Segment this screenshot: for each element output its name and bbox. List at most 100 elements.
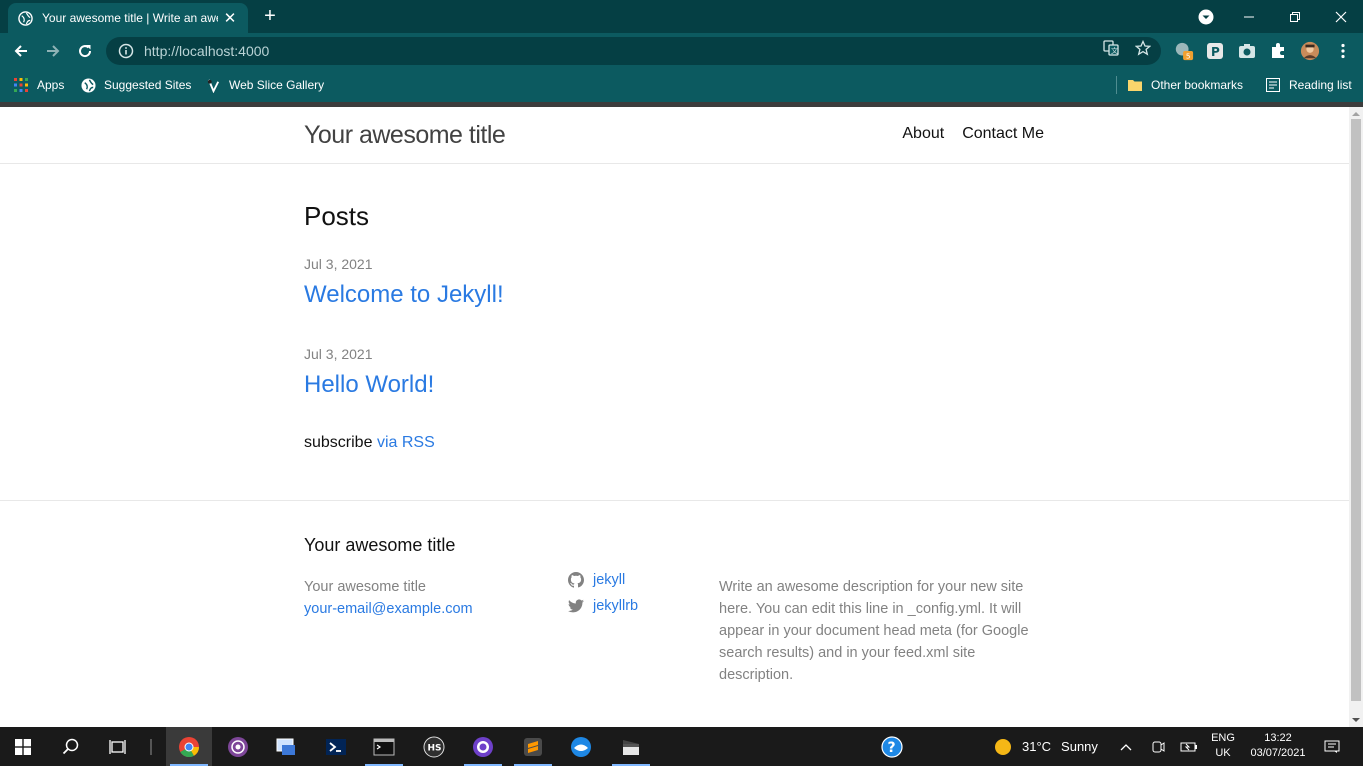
clock-date: 03/07/2021 — [1250, 747, 1306, 759]
weather-widget[interactable]: 31°C Sunny — [994, 727, 1098, 766]
restore-icon[interactable] — [1272, 0, 1318, 33]
reload-icon[interactable] — [73, 39, 97, 63]
globe-icon — [80, 77, 96, 93]
web-slice-icon — [205, 77, 221, 93]
github-link[interactable]: jekyll — [593, 567, 625, 593]
nav-about[interactable]: About — [902, 125, 944, 143]
windows-start-icon[interactable] — [0, 727, 46, 766]
lang-top: ENG — [1211, 732, 1235, 744]
taskbar-divider — [150, 739, 152, 755]
bookmark-web-slice-gallery[interactable]: Web Slice Gallery — [205, 75, 324, 95]
other-bookmarks[interactable]: Other bookmarks — [1127, 75, 1243, 95]
battery-icon[interactable] — [1178, 727, 1200, 766]
other-bookmarks-label: Other bookmarks — [1151, 78, 1244, 92]
task-view-icon[interactable] — [95, 727, 141, 766]
footer-name: Your awesome title — [304, 579, 426, 595]
web-page: Your awesome title About Contact Me Post… — [0, 107, 1349, 727]
footer-description: Write an awesome description for your ne… — [719, 579, 1029, 683]
svg-text:?: ? — [888, 740, 896, 756]
chrome-taskbar-icon[interactable] — [166, 727, 212, 766]
github-desktop-icon[interactable] — [460, 727, 506, 766]
reading-list-icon — [1265, 77, 1281, 93]
extensions-puzzle-icon[interactable] — [1268, 41, 1288, 61]
menu-kebab-icon[interactable] — [1333, 41, 1353, 61]
clapper-app-icon[interactable] — [608, 727, 654, 766]
scroll-down-icon[interactable] — [1349, 713, 1363, 727]
svg-text:P: P — [1211, 45, 1220, 59]
site-info-icon[interactable] — [118, 43, 134, 59]
twitter-link[interactable]: jekyllrb — [593, 593, 638, 619]
site-title[interactable]: Your awesome title — [304, 121, 506, 150]
footer-heading: Your awesome title — [304, 535, 456, 555]
site-footer: Your awesome title Your awesome title yo… — [0, 500, 1349, 727]
remote-desktop-icon[interactable] — [263, 727, 309, 766]
bookmarks-divider — [1116, 76, 1117, 94]
svg-text:HS: HS — [428, 743, 442, 753]
help-icon[interactable]: ? — [869, 727, 915, 766]
back-arrow-icon[interactable] — [9, 39, 33, 63]
terminal-icon[interactable] — [361, 727, 407, 766]
notifications-icon[interactable] — [1318, 727, 1346, 766]
address-bar[interactable] — [106, 37, 1161, 65]
bookmark-label: Suggested Sites — [104, 78, 192, 92]
post-link-welcome-to-jekyll[interactable]: Welcome to Jekyll! — [304, 281, 504, 309]
browser-toolbar: 文 5 P — [0, 33, 1363, 68]
tab-title: Your awesome title | Write an awesome de… — [42, 11, 218, 25]
github-icon — [568, 572, 584, 588]
reading-list[interactable]: Reading list — [1265, 75, 1352, 95]
tor-browser-icon[interactable] — [215, 727, 261, 766]
browser-tab[interactable]: Your awesome title | Write an awesome de… — [8, 3, 248, 33]
url-input[interactable] — [144, 43, 1044, 59]
vscode-like-icon[interactable] — [558, 727, 604, 766]
tab-strip: Your awesome title | Write an awesome de… — [0, 0, 1363, 33]
github-row[interactable]: jekyll — [568, 567, 638, 593]
profile-avatar[interactable] — [1300, 41, 1320, 61]
subscribe-text: subscribe — [304, 434, 373, 451]
sublime-text-icon[interactable] — [510, 727, 556, 766]
apps-grid-icon — [13, 77, 29, 93]
input-language[interactable]: ENG UK — [1208, 731, 1238, 761]
page-scrollbar[interactable] — [1349, 107, 1363, 727]
clock-time: 13:22 — [1264, 732, 1292, 744]
system-clock[interactable]: 13:22 03/07/2021 — [1243, 731, 1313, 761]
tab-close-icon[interactable]: ✕ — [222, 9, 238, 27]
search-icon[interactable] — [48, 727, 94, 766]
twitter-row[interactable]: jekyllrb — [568, 593, 638, 619]
bookmark-label: Apps — [37, 78, 65, 92]
close-window-icon[interactable] — [1318, 0, 1363, 33]
reading-list-label: Reading list — [1289, 78, 1352, 92]
weather-condition: Sunny — [1061, 739, 1098, 754]
post-date: Jul 3, 2021 — [304, 256, 373, 272]
minimize-icon[interactable] — [1226, 0, 1272, 33]
hs-app-icon[interactable]: HS — [411, 727, 457, 766]
post-date: Jul 3, 2021 — [304, 346, 373, 362]
scroll-thumb[interactable] — [1351, 119, 1361, 701]
extension-badge-icon[interactable]: 5 — [1174, 41, 1194, 61]
rss-link[interactable]: via RSS — [377, 434, 435, 451]
meet-now-icon[interactable] — [1148, 727, 1168, 766]
sun-icon — [994, 738, 1012, 756]
tray-chevron-up-icon[interactable] — [1116, 727, 1136, 766]
weather-temp: 31°C — [1022, 739, 1052, 754]
bookmark-apps[interactable]: Apps — [13, 75, 64, 95]
extension-p-icon[interactable]: P — [1205, 41, 1225, 61]
posts-heading: Posts — [304, 201, 370, 231]
forward-arrow-icon[interactable] — [41, 39, 65, 63]
windows-taskbar: HS ? 31°C Sunny ENG UK 13:22 03/07/2021 — [0, 727, 1363, 766]
svg-text:5: 5 — [1186, 52, 1191, 61]
post-link-hello-world[interactable]: Hello World! — [304, 371, 434, 399]
bookmark-star-icon[interactable] — [1134, 39, 1152, 57]
translate-icon[interactable]: 文 — [1102, 39, 1120, 57]
camera-icon[interactable] — [1237, 41, 1257, 61]
tab-search-icon[interactable] — [1196, 7, 1216, 27]
nav-contact-me[interactable]: Contact Me — [962, 125, 1044, 143]
site-header: Your awesome title About Contact Me — [0, 107, 1349, 164]
lang-bottom: UK — [1215, 747, 1231, 759]
powershell-icon[interactable] — [313, 727, 359, 766]
new-tab-button[interactable]: + — [258, 4, 282, 28]
footer-email-link[interactable]: your-email@example.com — [304, 598, 473, 620]
site-nav: About Contact Me — [902, 125, 1044, 143]
bookmark-suggested-sites[interactable]: Suggested Sites — [80, 75, 191, 95]
footer-social-column: jekyll jekyllrb — [568, 567, 638, 619]
globe-icon — [18, 10, 33, 26]
